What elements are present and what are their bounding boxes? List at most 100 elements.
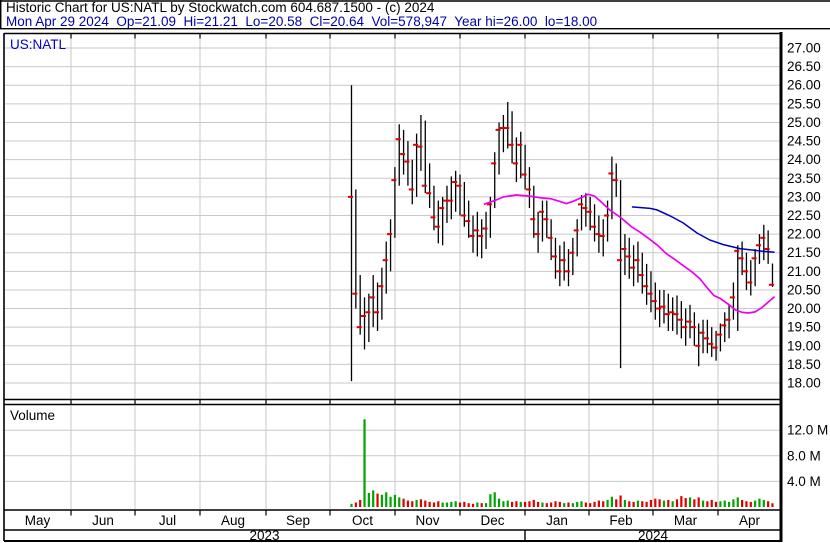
- volume-bar: [667, 499, 670, 507]
- month-label: Jun: [92, 513, 114, 528]
- volume-bar: [558, 501, 561, 507]
- close-tick: [586, 210, 592, 213]
- close-tick: [551, 255, 557, 258]
- price-axis-label: 22.50: [787, 208, 821, 223]
- volume-bar: [545, 503, 548, 507]
- volume-bars: [350, 419, 774, 507]
- month-label: May: [25, 513, 51, 528]
- close-tick: [417, 145, 423, 148]
- close-tick: [456, 184, 462, 187]
- volume-bar: [741, 499, 744, 507]
- close-tick: [664, 313, 670, 316]
- volume-bar: [688, 497, 692, 507]
- symbol-label: US:NATL: [10, 37, 67, 52]
- price-axis-label: 22.00: [787, 227, 821, 242]
- volume-bar: [701, 500, 705, 507]
- close-tick: [647, 292, 653, 295]
- volume-bar: [372, 490, 375, 507]
- close-tick: [473, 229, 479, 232]
- volume-bar: [363, 419, 366, 507]
- close-tick: [695, 344, 701, 347]
- close-tick: [760, 236, 766, 239]
- volume-bar: [615, 499, 618, 507]
- price-axis-label: 23.00: [787, 189, 821, 204]
- close-tick: [612, 179, 618, 182]
- close-tick: [469, 234, 475, 237]
- close-tick: [348, 195, 353, 198]
- close-tick: [742, 270, 748, 273]
- close-tick: [491, 162, 497, 165]
- close-tick: [621, 248, 627, 250]
- month-label: Oct: [352, 513, 373, 528]
- volume-bar: [654, 498, 657, 507]
- close-tick: [699, 331, 705, 334]
- volume-bar: [736, 497, 739, 507]
- volume-bar: [454, 501, 457, 507]
- price-axis-label: 20.00: [787, 301, 821, 316]
- close-tick: [569, 251, 575, 254]
- close-tick: [703, 337, 709, 340]
- volume-bar: [532, 499, 535, 507]
- month-label: Dec: [480, 513, 504, 528]
- close-tick: [495, 128, 501, 131]
- volume-bar: [675, 499, 679, 507]
- volume-bar: [723, 500, 726, 507]
- price-axis-label: 25.50: [787, 96, 821, 111]
- close-tick: [747, 281, 753, 284]
- price-axis-label: 25.00: [787, 115, 821, 130]
- volume-bar: [684, 498, 687, 507]
- month-label: Jan: [546, 513, 568, 528]
- close-tick: [499, 127, 505, 130]
- volume-bar: [510, 501, 514, 507]
- close-tick: [608, 172, 614, 175]
- volume-bar: [589, 503, 592, 507]
- volume-bar: [762, 499, 765, 507]
- volume-bar: [593, 501, 596, 507]
- volume-bar: [502, 501, 505, 507]
- price-axis-label: 19.00: [787, 338, 821, 353]
- close-tick: [404, 160, 410, 163]
- close-tick: [768, 283, 774, 286]
- volume-bar: [767, 501, 770, 507]
- volume-bar: [489, 494, 492, 507]
- volume-bar: [580, 501, 583, 507]
- volume-bar: [350, 503, 353, 507]
- volume-bar: [432, 502, 436, 507]
- close-tick: [673, 313, 679, 316]
- close-tick: [400, 153, 406, 156]
- close-tick: [413, 143, 419, 146]
- volume-bar: [450, 501, 453, 507]
- volume-bar: [537, 501, 540, 507]
- volume-bar: [571, 503, 574, 507]
- volume-bar: [632, 501, 635, 507]
- year-label: 2023: [249, 528, 279, 543]
- volume-bar: [385, 492, 388, 507]
- close-tick: [538, 210, 544, 213]
- month-label: Aug: [221, 513, 245, 528]
- close-tick: [582, 207, 588, 210]
- close-tick: [738, 257, 744, 260]
- volume-bar: [480, 503, 483, 507]
- close-tick: [374, 311, 380, 314]
- volume-bar: [411, 501, 414, 507]
- volume-bar: [458, 502, 462, 507]
- volume-bar: [771, 503, 774, 507]
- volume-bar: [658, 499, 661, 507]
- volume-bar: [550, 502, 553, 507]
- volume-bar: [619, 495, 622, 507]
- close-tick: [439, 207, 445, 210]
- volume-bar: [471, 503, 475, 507]
- volume-bar: [376, 493, 379, 507]
- volume-bar: [584, 502, 587, 507]
- volume-bar: [649, 499, 653, 507]
- price-axis-label: 24.00: [787, 152, 821, 167]
- volume-bar: [714, 501, 718, 507]
- chart-right-border: [779, 32, 783, 542]
- volume-bar: [424, 500, 427, 507]
- close-tick: [352, 292, 358, 295]
- volume-bar: [662, 500, 666, 507]
- volume-bar: [567, 502, 570, 507]
- volume-bar: [602, 501, 605, 507]
- close-tick: [651, 300, 657, 303]
- close-tick: [543, 218, 549, 221]
